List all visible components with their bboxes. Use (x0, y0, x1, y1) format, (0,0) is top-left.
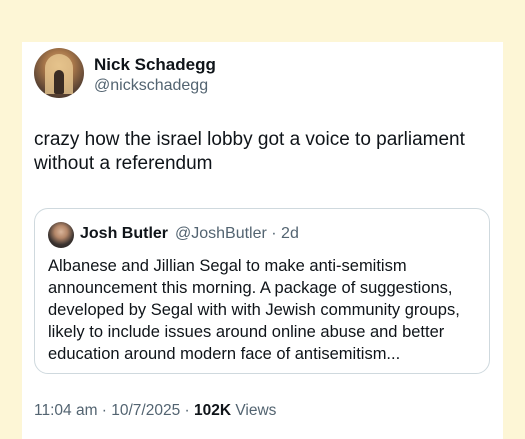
quoted-author-avatar[interactable] (48, 222, 74, 248)
tweet-text: crazy how the israel lobby got a voice t… (34, 129, 465, 174)
views-count: 102K (193, 402, 232, 419)
tweet-footer: 11:04 am · 10/7/2025 · 102K Views (34, 402, 276, 420)
tweet-card: Nick Schadegg @nickschadegg crazy how th… (22, 42, 503, 439)
quoted-author-meta: @JoshButler · 2d (175, 225, 299, 242)
avatar-figure-shape (54, 70, 64, 94)
quoted-tweet[interactable]: Josh Butler @JoshButler · 2d Albanese an… (34, 208, 490, 374)
author-name[interactable]: Nick Schadegg (94, 55, 216, 75)
author-avatar[interactable] (34, 48, 84, 98)
quoted-author-name[interactable]: Josh Butler (80, 225, 168, 243)
author-handle[interactable]: @nickschadegg (94, 77, 208, 95)
quoted-tweet-text: Albanese and Jillian Segal to make anti-… (48, 257, 460, 363)
tweet-timestamp[interactable]: 11:04 am · 10/7/2025 · (34, 402, 194, 419)
views-label: Views (231, 402, 277, 419)
